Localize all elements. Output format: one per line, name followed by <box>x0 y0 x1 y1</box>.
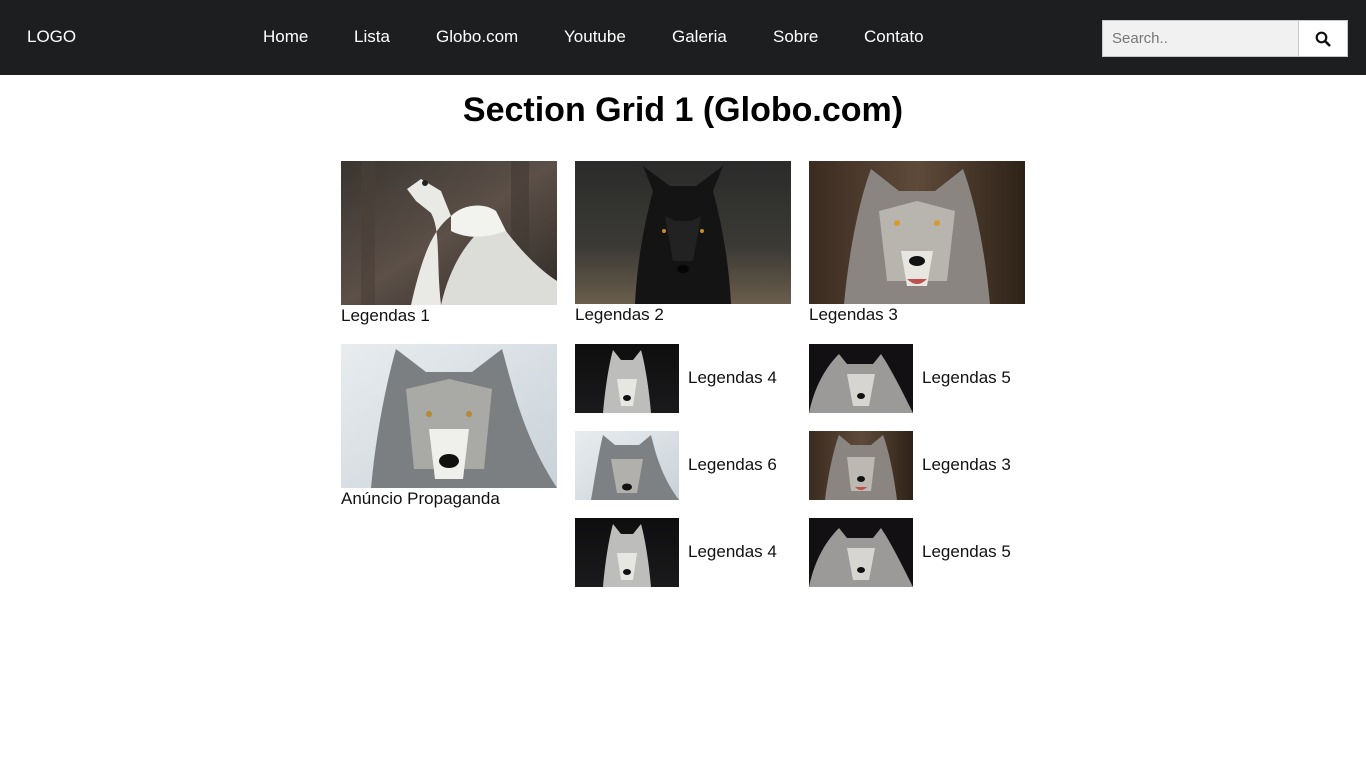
nav-lista[interactable]: Lista <box>354 27 390 47</box>
grey-wolf-snow-thumbnail <box>575 431 679 500</box>
card-caption: Legendas 6 <box>688 455 777 474</box>
grey-wolf-snarling-thumbnail <box>809 431 913 500</box>
small-card-legendas-3[interactable]: Legendas 3 <box>809 431 1025 500</box>
grey-wolf-snow-image <box>341 344 557 488</box>
card-anuncio[interactable]: Anúncio Propaganda <box>341 344 557 509</box>
small-card-legendas-5[interactable]: Legendas 5 <box>809 344 1025 413</box>
black-wolf-image <box>575 161 791 304</box>
white-wolf-thumbnail <box>809 344 913 413</box>
card-caption: Legendas 3 <box>922 455 1011 474</box>
card-legendas-1[interactable]: Legendas 1 <box>341 161 557 326</box>
white-wolf-thumbnail <box>575 344 679 413</box>
nav-sobre[interactable]: Sobre <box>773 27 818 47</box>
search-button[interactable] <box>1298 20 1348 57</box>
top-navbar: LOGO Home Lista Globo.com Youtube Galeri… <box>0 0 1366 75</box>
search-form <box>1102 20 1348 57</box>
card-caption: Legendas 4 <box>688 542 777 561</box>
card-caption: Legendas 2 <box>575 305 664 324</box>
section-title: Section Grid 1 (Globo.com) <box>462 91 904 129</box>
logo[interactable]: LOGO <box>27 27 76 47</box>
card-caption: Legendas 5 <box>922 368 1011 387</box>
white-wolf-thumbnail <box>575 518 679 587</box>
nav-contato[interactable]: Contato <box>864 27 924 47</box>
small-card-legendas-6[interactable]: Legendas 6 <box>575 431 791 500</box>
card-caption: Anúncio Propaganda <box>341 489 500 508</box>
nav-globo[interactable]: Globo.com <box>436 27 518 47</box>
card-caption: Legendas 3 <box>809 305 898 324</box>
wolf-howling-image <box>341 161 557 305</box>
card-caption: Legendas 4 <box>688 368 777 387</box>
card-legendas-3[interactable]: Legendas 3 <box>809 161 1025 326</box>
nav-galeria[interactable]: Galeria <box>672 27 727 47</box>
grey-wolf-snarling-image <box>809 161 1025 304</box>
card-legendas-2[interactable]: Legendas 2 <box>575 161 791 326</box>
small-card-legendas-4[interactable]: Legendas 4 <box>575 344 791 413</box>
small-card-legendas-4[interactable]: Legendas 4 <box>575 518 791 587</box>
white-wolf-thumbnail <box>809 518 913 587</box>
nav-home[interactable]: Home <box>263 27 308 47</box>
small-card-legendas-5[interactable]: Legendas 5 <box>809 518 1025 587</box>
card-caption: Legendas 5 <box>922 542 1011 561</box>
search-input[interactable] <box>1102 20 1299 57</box>
nav-youtube[interactable]: Youtube <box>564 27 626 47</box>
search-icon <box>1315 31 1331 47</box>
card-caption: Legendas 1 <box>341 306 430 325</box>
